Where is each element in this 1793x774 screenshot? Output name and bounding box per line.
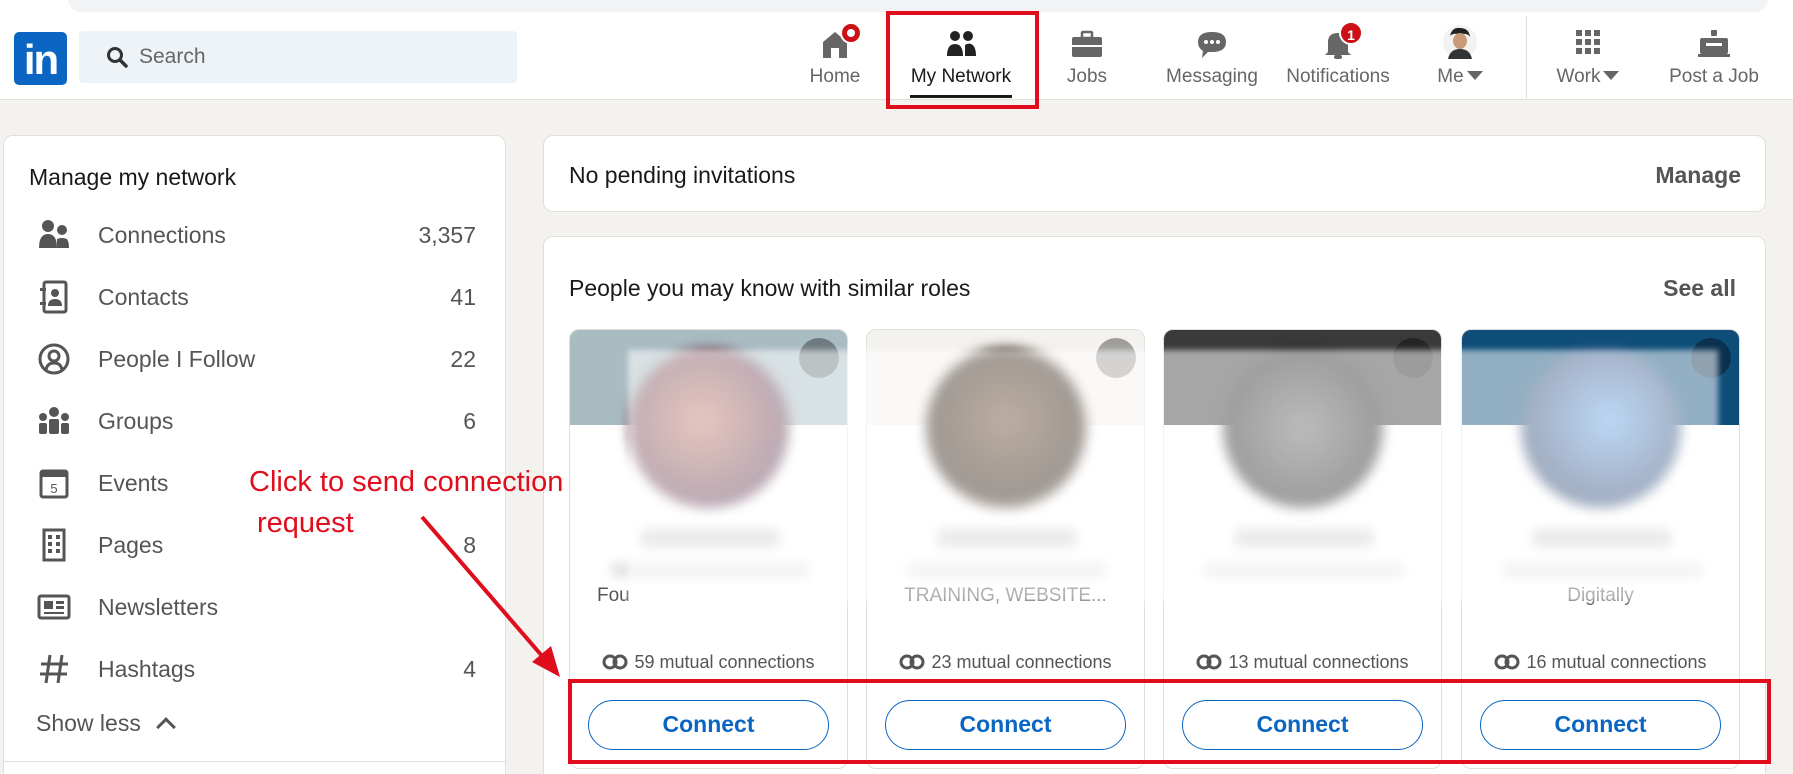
invitations-card: No pending invitations Manage bbox=[543, 135, 1766, 212]
nav-messaging-label: Messaging bbox=[1166, 66, 1258, 87]
grid-apps-icon bbox=[1576, 30, 1600, 54]
work-caret-icon bbox=[1603, 71, 1620, 80]
sidebar-item-label: Events bbox=[98, 470, 169, 496]
annotation-text: Click to send connection request bbox=[249, 466, 564, 539]
nav-home-label: Home bbox=[809, 66, 861, 87]
contacts-icon bbox=[40, 280, 68, 314]
sidebar-item-people-follow[interactable]: People I Follow 22 bbox=[4, 332, 507, 386]
see-all-button[interactable]: See all bbox=[1663, 275, 1736, 302]
sidebar-item-contacts[interactable]: Contacts 41 bbox=[4, 270, 507, 324]
nav-work-label: Work bbox=[1548, 66, 1628, 88]
nav-notifications-label: Notifications bbox=[1286, 66, 1390, 87]
search-input[interactable] bbox=[139, 31, 499, 83]
sidebar-item-label: People I Follow bbox=[98, 346, 256, 372]
nav-post-job-label: Post a Job bbox=[1669, 66, 1759, 87]
privacy-blur-overlay bbox=[628, 350, 1718, 602]
chevron-up-icon bbox=[155, 717, 176, 737]
nav-jobs[interactable]: Jobs bbox=[1050, 16, 1124, 100]
nav-jobs-label: Jobs bbox=[1066, 66, 1108, 87]
sidebar-item-count: 4 bbox=[463, 656, 476, 682]
svg-text:5: 5 bbox=[50, 481, 57, 496]
sidebar-item-count: 41 bbox=[450, 284, 476, 310]
card-divider bbox=[4, 761, 507, 762]
nav-me-label: Me bbox=[1420, 66, 1500, 88]
sidebar-item-label: Groups bbox=[98, 408, 174, 434]
connect-buttons-highlight-box bbox=[568, 679, 1771, 764]
profile-avatar-icon bbox=[1443, 25, 1477, 59]
pages-icon bbox=[42, 528, 66, 562]
sidebar-item-count: 3,357 bbox=[418, 222, 476, 248]
sidebar-item-label: Newsletters bbox=[98, 594, 219, 620]
briefcase-icon bbox=[1072, 30, 1102, 57]
sidebar-item-newsletters[interactable]: Newsletters bbox=[4, 580, 507, 634]
nav-divider bbox=[1526, 16, 1527, 100]
mutual-connections-icon bbox=[1494, 654, 1520, 670]
sidebar-item-hashtags[interactable]: Hashtags 4 bbox=[4, 642, 507, 696]
mutual-connections: 13 mutual connections bbox=[1164, 652, 1441, 673]
show-less-label: Show less bbox=[36, 710, 141, 736]
sidebar-item-label: Connections bbox=[98, 222, 226, 248]
nav-post-job[interactable]: Post a Job bbox=[1632, 16, 1793, 100]
show-less-button[interactable]: Show less bbox=[36, 710, 176, 737]
nav-me[interactable]: Me bbox=[1420, 16, 1500, 100]
notifications-badge: 1 bbox=[1339, 21, 1363, 45]
nav-home[interactable]: Home bbox=[798, 16, 872, 100]
sidebar-item-count: 6 bbox=[463, 408, 476, 434]
sidebar-item-label: Pages bbox=[98, 532, 164, 558]
search-box[interactable] bbox=[79, 31, 517, 83]
hashtag-icon bbox=[40, 654, 68, 684]
sidebar-item-label: Hashtags bbox=[98, 656, 196, 682]
sidebar-item-count: 22 bbox=[450, 346, 476, 372]
my-network-highlight-box bbox=[886, 11, 1039, 109]
nav-work[interactable]: Work bbox=[1548, 16, 1628, 100]
me-caret-icon bbox=[1466, 71, 1483, 80]
mutual-connections-icon bbox=[602, 654, 628, 670]
follow-icon bbox=[38, 343, 70, 375]
post-job-icon bbox=[1698, 30, 1730, 57]
mutual-connections: 16 mutual connections bbox=[1462, 652, 1739, 673]
sidebar-item-label: Contacts bbox=[98, 284, 189, 310]
invitations-text: No pending invitations bbox=[569, 162, 796, 188]
mutual-connections: 23 mutual connections bbox=[867, 652, 1144, 673]
mutual-connections-icon bbox=[1196, 654, 1222, 670]
sidebar-item-groups[interactable]: Groups 6 bbox=[4, 394, 507, 448]
linkedin-logo[interactable]: in bbox=[14, 32, 67, 85]
manage-network-card: Manage my network Connections 3,357 Cont… bbox=[3, 135, 507, 774]
mutual-connections: 59 mutual connections bbox=[570, 652, 847, 673]
nav-notifications[interactable]: 1 Notifications bbox=[1282, 16, 1394, 100]
search-icon bbox=[107, 47, 128, 68]
newsletters-icon bbox=[37, 594, 71, 620]
events-icon: 5 bbox=[39, 469, 69, 499]
connections-icon bbox=[39, 220, 69, 248]
mutual-connections-icon bbox=[899, 654, 925, 670]
home-notification-dot bbox=[840, 22, 862, 44]
messaging-icon bbox=[1198, 32, 1226, 58]
groups-icon bbox=[39, 407, 69, 434]
pymk-title: People you may know with similar roles bbox=[569, 275, 971, 301]
manage-invitations-button[interactable]: Manage bbox=[1655, 162, 1741, 189]
sidebar-item-connections[interactable]: Connections 3,357 bbox=[4, 208, 507, 262]
nav-messaging[interactable]: Messaging bbox=[1160, 16, 1264, 100]
manage-network-title: Manage my network bbox=[29, 164, 237, 190]
